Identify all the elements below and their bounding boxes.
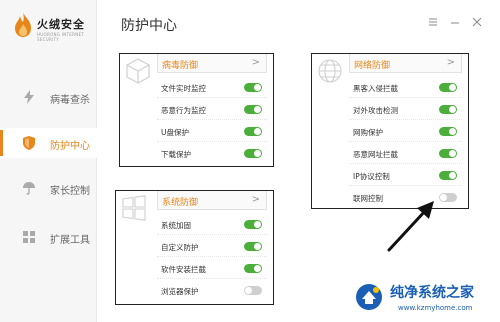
setting-row: 黑客入侵拦截 [349, 78, 462, 98]
setting-label: 联网控制 [353, 194, 383, 203]
sidebar-item-label: 防护中心 [50, 141, 90, 152]
menu-icon[interactable] [428, 17, 438, 27]
watermark-logo-icon [356, 284, 382, 310]
setting-row: 网购保护 [349, 122, 462, 142]
chevron-right-icon[interactable]: > [252, 194, 260, 205]
setting-label: 系统加固 [161, 221, 191, 230]
usb-protection-toggle[interactable] [244, 127, 262, 136]
sidebar-item-parental-control[interactable]: 家长控制 [0, 173, 97, 203]
cube-icon [126, 58, 150, 84]
chevron-right-icon[interactable]: > [447, 57, 455, 68]
globe-icon [318, 59, 342, 83]
panel-title: 病毒防御 [162, 61, 199, 71]
virus-defense-header[interactable]: 病毒防御 > [157, 54, 267, 73]
umbrella-icon [23, 182, 35, 195]
sidebar-item-protection-center[interactable]: 防护中心 [0, 128, 97, 158]
setting-label: 黑客入侵拦截 [353, 84, 398, 93]
chevron-right-icon[interactable]: > [252, 57, 260, 68]
shopping-protection-toggle[interactable] [439, 127, 457, 136]
system-defense-panel: 系统防御 > 系统加固 自定义防护 软件安装拦截 浏览器保护 [115, 190, 274, 305]
virus-defense-panel: 病毒防御 > 文件实时监控 恶意行为监控 U盘保护 下载保护 [119, 53, 274, 167]
setting-row: 恶意行为监控 [157, 100, 267, 120]
setting-label: 下载保护 [161, 150, 191, 159]
shield-icon [23, 136, 35, 150]
file-monitor-toggle[interactable] [244, 83, 262, 92]
system-defense-header[interactable]: 系统防御 > [157, 191, 267, 210]
setting-label: 网购保护 [353, 128, 383, 137]
setting-label: 恶意行为监控 [161, 106, 206, 115]
setting-row: 自定义防护 [157, 237, 267, 257]
setting-row: 软件安装拦截 [157, 259, 267, 279]
download-protection-toggle[interactable] [244, 149, 262, 158]
setting-row: 恶意网址拦截 [349, 144, 462, 164]
sidebar-item-virus-scan[interactable]: 病毒查杀 [0, 82, 97, 112]
app-name: 火绒安全 [37, 18, 85, 31]
close-icon[interactable] [472, 17, 482, 27]
setting-label: 恶意网址拦截 [353, 150, 398, 159]
setting-label: 对外攻击检测 [353, 106, 398, 115]
annotation-arrow-icon [387, 201, 434, 252]
app-subtitle: HUORONG INTERNET SECURITY [37, 32, 85, 42]
browser-protection-toggle[interactable] [244, 286, 262, 295]
intrusion-block-toggle[interactable] [439, 83, 457, 92]
watermark-url: www.kzmyhome.com [398, 304, 473, 312]
system-hardening-toggle[interactable] [244, 220, 262, 229]
minimize-icon[interactable] [450, 17, 460, 27]
sidebar-item-label: 扩展工具 [50, 235, 90, 246]
behavior-monitor-toggle[interactable] [244, 105, 262, 114]
lightning-icon [24, 90, 34, 104]
setting-label: U盘保护 [161, 128, 189, 137]
malicious-url-toggle[interactable] [439, 149, 457, 158]
setting-row: IP协议控制 [349, 166, 462, 186]
setting-label: 浏览器保护 [161, 287, 199, 296]
setting-row: U盘保护 [157, 122, 267, 142]
setting-row: 对外攻击检测 [349, 100, 462, 120]
setting-row: 系统加固 [157, 215, 267, 235]
sidebar-item-label: 家长控制 [50, 186, 90, 197]
ip-protocol-toggle[interactable] [439, 171, 457, 180]
page-title: 防护中心 [121, 18, 177, 34]
install-block-toggle[interactable] [244, 264, 262, 273]
custom-protection-toggle[interactable] [244, 242, 262, 251]
setting-label: 文件实时监控 [161, 84, 206, 93]
sidebar-item-label: 病毒查杀 [50, 95, 90, 106]
panel-title: 网络防御 [354, 61, 391, 71]
setting-row: 浏览器保护 [157, 281, 267, 301]
setting-row: 下载保护 [157, 144, 267, 164]
panel-title: 系统防御 [162, 198, 199, 208]
grid-icon [23, 231, 35, 243]
attack-detection-toggle[interactable] [439, 105, 457, 114]
app-logo: 火绒安全 HUORONG INTERNET SECURITY [13, 12, 93, 52]
setting-label: 软件安装拦截 [161, 265, 206, 274]
watermark-name: 纯净系统之家 [390, 285, 474, 301]
setting-label: 自定义防护 [161, 243, 199, 252]
setting-row: 文件实时监控 [157, 78, 267, 98]
network-defense-header[interactable]: 网络防御 > [349, 54, 462, 73]
sidebar: 火绒安全 HUORONG INTERNET SECURITY 病毒查杀 防护中心… [0, 0, 97, 322]
network-defense-panel: 网络防御 > 黑客入侵拦截 对外攻击检测 网购保护 恶意网址拦截 IP协议控制 … [311, 53, 469, 209]
setting-label: IP协议控制 [353, 172, 390, 181]
windows-icon [122, 195, 146, 221]
sidebar-item-extension-tools[interactable]: 扩展工具 [0, 222, 97, 252]
flame-logo-icon [15, 13, 31, 37]
